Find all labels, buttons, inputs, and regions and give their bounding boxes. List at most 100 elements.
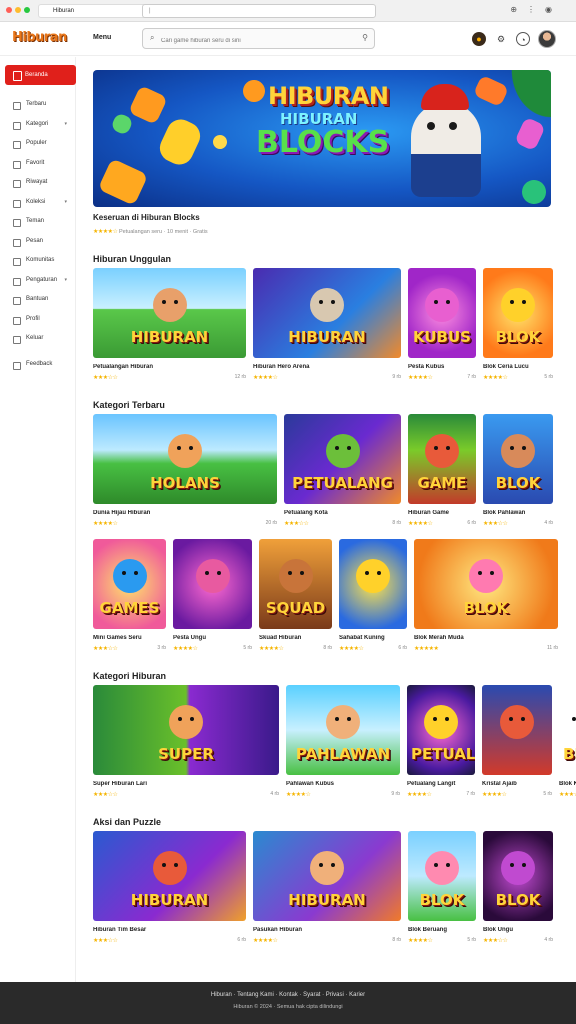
- settings-icon[interactable]: ⚙: [494, 32, 508, 46]
- game-thumbnail[interactable]: HOLANS: [93, 414, 277, 504]
- game-thumbnail[interactable]: GAME: [408, 414, 476, 504]
- sidebar-item[interactable]: Pesan: [0, 232, 75, 252]
- game-title[interactable]: Sahabat Kuning: [339, 635, 407, 641]
- game-title[interactable]: Pesta Ungu: [173, 635, 252, 641]
- window-controls[interactable]: [6, 7, 30, 13]
- game-title[interactable]: Blok Merah Muda: [414, 635, 558, 641]
- game-card[interactable]: BLOK Blok Pahlawan ★★★☆☆ 4 rb: [483, 414, 553, 527]
- search-submit-icon[interactable]: ⚲: [362, 33, 368, 42]
- game-card[interactable]: Sahabat Kuning ★★★★☆ 6 rb: [339, 539, 407, 652]
- game-card[interactable]: PAHLAWAN Pahlawan Kubus ★★★★☆ 9 rb: [286, 685, 400, 798]
- game-title[interactable]: Pesta Kubus: [408, 364, 476, 370]
- menu-button[interactable]: Menu: [93, 34, 111, 41]
- game-thumbnail[interactable]: BLOK: [483, 831, 553, 921]
- profile-icon[interactable]: ◉: [545, 5, 552, 14]
- game-card[interactable]: BLOK Blok Merah Muda ★★★★★ 11 rb: [414, 539, 558, 652]
- game-card[interactable]: KUBUS Pesta Kubus ★★★★☆ 7 rb: [408, 268, 476, 381]
- game-card[interactable]: BLOK Blok Ceria Lucu ★★★★☆ 5 rb: [483, 268, 553, 381]
- browser-tab[interactable]: Hiburan: [38, 4, 148, 18]
- game-thumbnail[interactable]: HIBURAN: [253, 268, 401, 358]
- game-title[interactable]: Skuad Hiburan: [259, 635, 332, 641]
- game-card[interactable]: SQUAD Skuad Hiburan ★★★★☆ 8 rb: [259, 539, 332, 652]
- game-title[interactable]: Dunia Hijau Hiburan: [93, 510, 277, 516]
- game-card[interactable]: BLOK Blok Beruang ★★★★☆ 5 rb: [408, 831, 476, 944]
- game-title[interactable]: Kristal Ajaib: [482, 781, 552, 787]
- game-card[interactable]: HIBURAN Hiburan Hero Arena ★★★★☆ 9 rb: [253, 268, 401, 381]
- user-avatar[interactable]: [538, 30, 556, 48]
- game-title[interactable]: Super Hiburan Lari: [93, 781, 279, 787]
- game-title[interactable]: Pahlawan Kubus: [286, 781, 400, 787]
- game-thumbnail[interactable]: HIBURAN: [93, 831, 246, 921]
- game-title[interactable]: Pasukan Hiburan: [253, 927, 401, 933]
- featured-title[interactable]: Keseruan di Hiburan Blocks: [93, 213, 551, 222]
- sidebar-item[interactable]: Terbaru: [0, 95, 75, 115]
- game-card[interactable]: SUPER Super Hiburan Lari ★★★☆☆ 4 rb: [93, 685, 279, 798]
- sidebar-item[interactable]: Komunitas: [0, 251, 75, 271]
- game-title[interactable]: Blok Ceria Lucu: [483, 364, 553, 370]
- game-card[interactable]: PETUALANG Petualang Langit ★★★★☆ 7 rb: [407, 685, 475, 798]
- maximize-window-icon[interactable]: [24, 7, 30, 13]
- hero-banner[interactable]: HIBURAN HIBURAN BLOCKS: [93, 70, 551, 207]
- game-card[interactable]: GAME Hiburan Game ★★★★☆ 6 rb: [408, 414, 476, 527]
- game-thumbnail[interactable]: [339, 539, 407, 629]
- sidebar-item-home[interactable]: Beranda: [5, 65, 76, 85]
- minimize-window-icon[interactable]: [15, 7, 21, 13]
- sidebar-item[interactable]: Profil: [0, 310, 75, 330]
- browser-menu-icon[interactable]: ⋮: [527, 5, 535, 14]
- game-thumbnail[interactable]: [482, 685, 552, 775]
- game-card[interactable]: HOLANS Dunia Hijau Hiburan ★★★★☆ 20 rb: [93, 414, 277, 527]
- game-thumbnail[interactable]: PETUALANG: [284, 414, 401, 504]
- game-card[interactable]: HIBURAN Pasukan Hiburan ★★★★☆ 8 rb: [253, 831, 401, 944]
- game-thumbnail[interactable]: PETUALANG: [407, 685, 475, 775]
- game-thumbnail[interactable]: PAHLAWAN: [286, 685, 400, 775]
- game-title[interactable]: Mini Games Seru: [93, 635, 166, 641]
- footer-links[interactable]: Hiburan · Tentang Kami · Kontak · Syarat…: [0, 992, 576, 998]
- game-card[interactable]: Pesta Ungu ★★★★☆ 5 rb: [173, 539, 252, 652]
- game-card[interactable]: BLOK Blok Kawanan ★★★☆☆3 rb: [559, 685, 576, 798]
- game-card[interactable]: HIBURAN Hiburan Tim Besar ★★★☆☆ 6 rb: [93, 831, 246, 944]
- site-logo[interactable]: Hiburan: [12, 30, 67, 45]
- game-title[interactable]: Petualang Kota: [284, 510, 401, 516]
- game-title[interactable]: Petualangan Hiburan: [93, 364, 246, 370]
- sidebar-item-feedback[interactable]: Feedback: [0, 355, 75, 375]
- notifications-icon[interactable]: ◔: [516, 32, 530, 46]
- game-thumbnail[interactable]: [173, 539, 252, 629]
- game-thumbnail[interactable]: BLOK: [414, 539, 558, 629]
- game-title[interactable]: Hiburan Tim Besar: [93, 927, 246, 933]
- game-title[interactable]: Hiburan Game: [408, 510, 476, 516]
- game-thumbnail[interactable]: BLOK: [483, 268, 553, 358]
- game-card[interactable]: PETUALANG Petualang Kota ★★★☆☆ 8 rb: [284, 414, 401, 527]
- sidebar-item[interactable]: Pengaturan ▾: [0, 271, 75, 291]
- game-card[interactable]: BLOK Blok Ungu ★★★☆☆ 4 rb: [483, 831, 553, 944]
- game-title[interactable]: Blok Beruang: [408, 927, 476, 933]
- game-title[interactable]: Blok Kawanan: [559, 781, 576, 787]
- game-thumbnail[interactable]: BLOK: [483, 414, 553, 504]
- game-thumbnail[interactable]: GAMES: [93, 539, 166, 629]
- game-title[interactable]: Blok Pahlawan: [483, 510, 553, 516]
- game-thumbnail[interactable]: SUPER: [93, 685, 279, 775]
- game-thumbnail[interactable]: HIBURAN: [253, 831, 401, 921]
- game-title[interactable]: Hiburan Hero Arena: [253, 364, 401, 370]
- url-bar[interactable]: |: [142, 4, 376, 18]
- game-card[interactable]: Kristal Ajaib ★★★★☆ 5 rb: [482, 685, 552, 798]
- sidebar-item[interactable]: Keluar: [0, 329, 75, 349]
- game-thumbnail[interactable]: KUBUS: [408, 268, 476, 358]
- game-thumbnail[interactable]: BLOK: [559, 685, 576, 775]
- game-title[interactable]: Blok Ungu: [483, 927, 553, 933]
- game-thumbnail[interactable]: HIBURAN: [93, 268, 246, 358]
- sidebar-item[interactable]: Kategori ▾: [0, 115, 75, 135]
- sidebar-item[interactable]: Favorit: [0, 154, 75, 174]
- game-title[interactable]: Petualang Langit: [407, 781, 475, 787]
- game-thumbnail[interactable]: BLOK: [408, 831, 476, 921]
- sidebar-item[interactable]: Teman: [0, 212, 75, 232]
- search-box[interactable]: ⌕ ⚲: [142, 28, 375, 51]
- game-thumbnail[interactable]: SQUAD: [259, 539, 332, 629]
- extension-icon[interactable]: ⊕: [510, 5, 517, 14]
- close-window-icon[interactable]: [6, 7, 12, 13]
- sidebar-item[interactable]: Koleksi ▾: [0, 193, 75, 213]
- sidebar-item[interactable]: Bantuan: [0, 290, 75, 310]
- sidebar-item[interactable]: Riwayat: [0, 173, 75, 193]
- game-card[interactable]: HIBURAN Petualangan Hiburan ★★★☆☆ 12 rb: [93, 268, 246, 381]
- search-input[interactable]: [161, 31, 361, 51]
- game-card[interactable]: GAMES Mini Games Seru ★★★☆☆ 3 rb: [93, 539, 166, 652]
